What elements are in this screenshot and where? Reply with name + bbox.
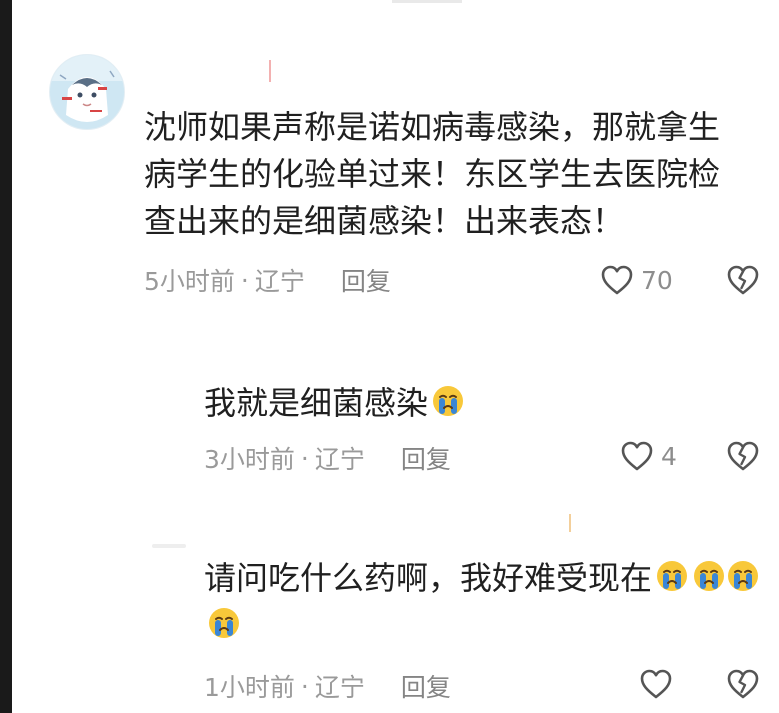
comment-time: 1小时前 (204, 673, 295, 702)
crying-face-emoji (431, 384, 465, 418)
avatar[interactable] (152, 544, 186, 548)
reply-comment-text: 请问吃什么药啊，我好难受现在 (204, 555, 764, 649)
dislike-button[interactable] (726, 668, 760, 700)
anime-avatar-icon (50, 55, 124, 129)
comment-text: 沈师如果声称是诺如病毒感染，那就拿生 病学生的化验单过来！东区学生去医院检 查出… (144, 104, 764, 245)
image-artifact-red (269, 60, 271, 82)
heart-outline-icon (640, 669, 672, 699)
comment-time: 3小时前 (204, 445, 295, 474)
comment-location: 辽宁 (314, 445, 365, 474)
crying-face-emoji (655, 559, 689, 593)
comment-line: 查出来的是细菌感染！出来表态！ (144, 202, 625, 240)
reply-button[interactable]: 回复 (401, 440, 451, 476)
comment-line: 沈师如果声称是诺如病毒感染，那就拿生 (144, 108, 721, 146)
like-count: 70 (641, 265, 673, 295)
comment-location: 辽宁 (314, 673, 365, 702)
dislike-button[interactable] (726, 440, 760, 472)
comment-meta: 1小时前 · 辽宁 回复 (204, 668, 451, 704)
comment-line: 病学生的化验单过来！东区学生去医院检 (144, 155, 721, 193)
image-artifact-orange (569, 514, 571, 532)
comment-body: 请问吃什么药啊，我好难受现在 (204, 559, 653, 597)
heart-outline-icon (621, 441, 653, 471)
broken-heart-icon (727, 669, 759, 699)
meta-separator: · (300, 443, 309, 473)
avatar[interactable] (49, 54, 125, 130)
comment-time: 5小时前 (144, 267, 235, 296)
meta-separator: · (300, 671, 309, 701)
comment-meta: 3小时前 · 辽宁 回复 (204, 440, 451, 476)
crying-face-emoji (726, 559, 760, 593)
comment-body: 我就是细菌感染 (204, 384, 429, 422)
comment-location: 辽宁 (254, 267, 305, 296)
reply-button[interactable]: 回复 (401, 668, 451, 704)
broken-heart-icon (727, 441, 759, 471)
crying-face-emoji (692, 559, 726, 593)
like-button[interactable] (639, 668, 680, 700)
meta-separator: · (240, 265, 249, 295)
like-button[interactable]: 70 (600, 264, 673, 296)
reply-comment-text: 我就是细菌感染 (204, 380, 465, 427)
comment-page: 沈师如果声称是诺如病毒感染，那就拿生 病学生的化验单过来！东区学生去医院检 查出… (12, 0, 779, 713)
dislike-button[interactable] (726, 264, 760, 296)
like-button[interactable]: 4 (620, 440, 677, 472)
broken-heart-icon (727, 265, 759, 295)
crying-face-emoji (207, 606, 241, 640)
comment-meta: 5小时前 · 辽宁 回复 (144, 262, 391, 298)
top-edge-artifact (392, 0, 462, 3)
like-count: 4 (661, 441, 677, 471)
heart-outline-icon (601, 265, 633, 295)
reply-button[interactable]: 回复 (341, 262, 391, 298)
